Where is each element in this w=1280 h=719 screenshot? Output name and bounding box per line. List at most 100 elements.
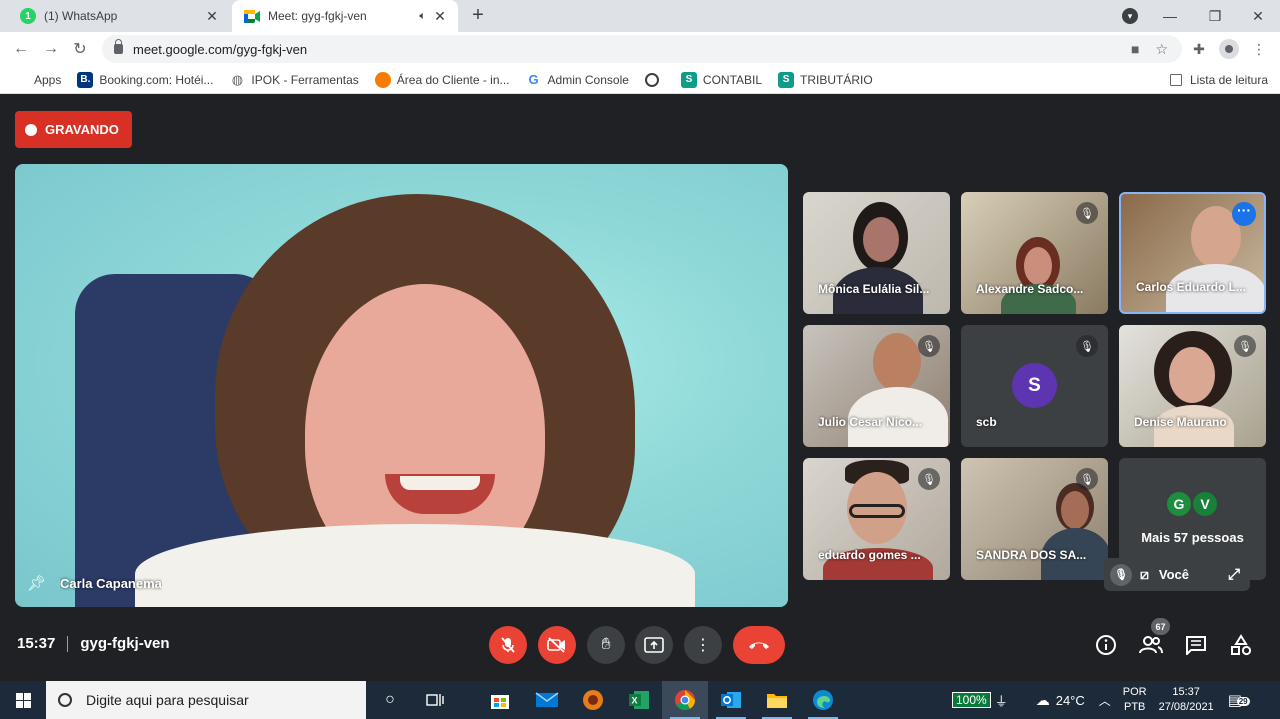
close-tab-icon[interactable]: ✕ [202,8,222,25]
bookmark-ipok[interactable]: ◍ IPOK - Ferramentas [229,71,359,88]
temperature-readout[interactable]: 24°C [1056,693,1085,708]
self-view-bar[interactable]: 🎙︎ ⧄ Você ⤢ [1104,558,1250,591]
taskbar-app-outlook[interactable] [708,681,754,719]
google-meet-icon [244,9,260,23]
vertical-dots-icon: ⋮ [695,637,711,654]
minimize-button[interactable]: — [1150,0,1190,32]
notification-center-icon[interactable]: ▤ 29 [1228,691,1250,709]
present-icon [644,637,664,653]
taskbar-app-game[interactable] [570,681,616,719]
participant-name: Denise Maurano [1134,415,1227,429]
bookmark-tributario[interactable]: S TRIBUTÁRIO [778,71,873,88]
camera-in-use-icon[interactable]: ■ [1131,41,1139,57]
activities-shapes-icon [1231,634,1252,656]
mic-off-icon: 🎙︎ [1076,335,1098,357]
leave-call-button[interactable] [733,626,785,664]
bookmark-area-cliente[interactable]: Área do Cliente - in... [374,71,510,88]
meeting-time: 15:37 [17,635,56,652]
edge-icon [813,690,833,710]
expand-icon[interactable]: ⤢ [1228,566,1240,583]
search-placeholder: Digite aqui para pesquisar [86,692,249,708]
present-screen-button[interactable] [635,626,673,664]
mic-off-icon: 🎙︎ [1076,468,1098,490]
battery-indicator[interactable]: 100% [952,692,991,708]
participant-tile[interactable]: S 🎙︎ scb [961,325,1108,447]
address-text[interactable]: meet.google.com/gyg-fgkj-ven [133,42,307,57]
tab-whatsapp[interactable]: 1 (1) WhatsApp ✕ [8,0,230,32]
notification-count: 29 [1236,697,1250,706]
start-button[interactable] [0,681,46,719]
chrome-icon [675,690,696,711]
pin-icon[interactable]: 📌︎ [27,574,46,592]
game-icon [583,690,603,710]
bookmark-spiral[interactable] [644,72,665,87]
bookmark-star-icon[interactable]: ☆ [1155,41,1168,58]
participant-tile[interactable]: 🎙︎ Alexandre Sadco... [961,192,1108,314]
reading-list-icon [1169,74,1182,86]
taskbar-app-excel[interactable]: X [616,681,662,719]
activities-button[interactable] [1227,631,1255,659]
participant-tile[interactable]: 🎙︎ eduardo gomes ... [803,458,950,580]
main-speaker-video[interactable]: 📌︎ Carla Capanema [15,164,788,607]
reload-icon[interactable]: ↻ [67,36,93,62]
recording-badge[interactable]: GRAVANDO [15,111,132,148]
participant-name: Mônica Eulália Sil... [818,282,930,296]
mic-off-icon: 🎙︎ [918,335,940,357]
raise-hand-button[interactable]: ✋︎ [587,626,625,664]
tab-meet[interactable]: Meet: gyg-fgkj-ven 🔈︎ ✕ [232,0,458,32]
taskbar-app-file-explorer[interactable] [754,681,800,719]
profile-search-tabs-button[interactable]: ▾ [1110,0,1150,32]
s-badge-icon: S [680,71,697,88]
chrome-menu-icon[interactable]: ⋮ [1246,36,1272,62]
participant-tile[interactable]: 🎙︎ Denise Maurano [1119,325,1266,447]
participant-tile[interactable]: 🎙︎ Julio Cesar Nico... [803,325,950,447]
mic-off-icon: 🎙︎ [1076,202,1098,224]
globe-icon: ◍ [231,71,244,87]
audio-playing-icon[interactable]: 🔈︎ [419,10,426,23]
extensions-puzzle-icon[interactable]: ✚ [1186,36,1212,62]
system-clock[interactable]: 15:37 27/08/2021 [1159,685,1214,715]
system-tray: 100% ⏚ ☁︎ 24°C ︿ POR PTB 15:37 27/08/202… [952,681,1250,719]
taskbar-app-store[interactable] [477,681,523,719]
bookmark-admin-console[interactable]: G Admin Console [526,72,628,88]
bookmark-apps[interactable]: Apps [12,72,61,88]
self-label: Você [1158,567,1190,582]
close-window-button[interactable]: ✕ [1238,0,1278,32]
new-tab-button[interactable]: + [466,4,490,28]
language-indicator[interactable]: POR PTB [1123,685,1147,715]
address-bar[interactable]: meet.google.com/gyg-fgkj-ven ■ ☆ [102,35,1182,63]
bookmark-contabil[interactable]: S CONTABIL [680,71,762,88]
people-button[interactable] [1137,631,1165,659]
reading-list-button[interactable]: Lista de leitura [1169,66,1268,94]
more-options-icon[interactable]: ··· [1232,202,1256,226]
tab-title: (1) WhatsApp [44,9,118,23]
chat-button[interactable] [1182,631,1210,659]
toggle-mic-button[interactable] [489,626,527,664]
close-tab-icon[interactable]: ✕ [430,8,450,25]
chevron-up-icon[interactable]: ︿ [1099,692,1111,709]
mic-off-icon [501,637,515,653]
task-view-button[interactable] [412,681,458,719]
participant-tile[interactable]: 🎙︎ SANDRA DOS SA... [961,458,1108,580]
main-speaker-name: Carla Capanema [60,576,162,591]
more-options-button[interactable]: ⋮ [684,626,722,664]
taskbar-app-edge[interactable] [800,681,846,719]
restore-button[interactable]: ❐ [1195,0,1235,32]
taskbar-search-box[interactable]: Digite aqui para pesquisar [46,681,366,719]
participant-tile[interactable]: ··· Carlos Eduardo L... [1119,192,1266,314]
cloud-weather-icon[interactable]: ☁︎ [1036,692,1050,709]
hang-up-icon [749,642,769,649]
lock-icon[interactable] [114,39,123,54]
taskbar-app-mail[interactable] [524,681,570,719]
profile-avatar[interactable] [1216,36,1242,62]
bookmark-booking[interactable]: B. Booking.com: Hotéi... [77,71,213,88]
back-arrow-icon[interactable]: ← [8,36,34,62]
meeting-info-button[interactable] [1092,631,1120,659]
forward-arrow-icon[interactable]: → [38,36,64,62]
taskbar-app-chrome[interactable] [662,681,708,719]
meet-call-area: GRAVANDO 📌︎ Carla Capanema Mônica Euláli… [0,95,1280,681]
cortana-button[interactable]: ○ [367,681,413,719]
booking-icon: B. [77,71,94,88]
toggle-camera-button[interactable] [538,626,576,664]
participant-tile[interactable]: Mônica Eulália Sil... [803,192,950,314]
